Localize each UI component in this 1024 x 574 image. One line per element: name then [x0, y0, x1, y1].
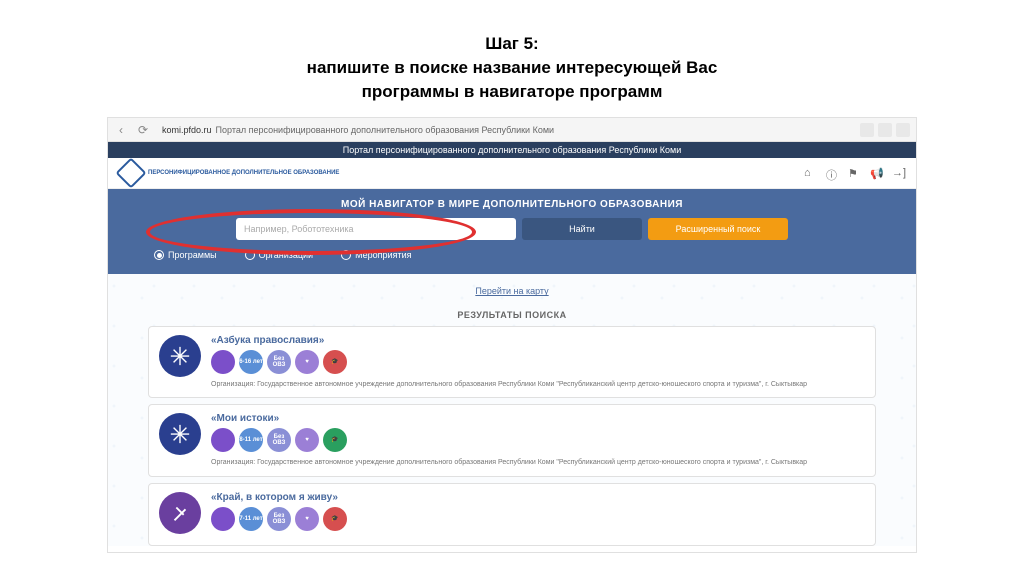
portal-topbar: ПЕРСОНИФИЦИРОВАННОЕ ДОПОЛНИТЕЛЬНОЕ ОБРАЗ…	[108, 158, 916, 189]
badge-ovz: Без ОВЗ	[267, 507, 291, 531]
program-icon	[159, 492, 201, 534]
program-title[interactable]: «Край, в котором я живу»	[211, 492, 865, 503]
badge-icon	[211, 428, 235, 452]
map-link[interactable]: Перейти на карту	[148, 282, 876, 304]
results-title: РЕЗУЛЬТАТЫ ПОИСКА	[148, 304, 876, 326]
badge-heart-icon: ♥	[295, 428, 319, 452]
address-bar[interactable]: komi.pfdo.ru Портал персонифицированного…	[158, 125, 852, 135]
badge-grad-icon: 🎓	[323, 350, 347, 374]
url-host: komi.pfdo.ru	[162, 125, 212, 135]
badge-ovz: Без ОВЗ	[267, 428, 291, 452]
login-icon[interactable]: →]	[892, 167, 904, 179]
card-body: «Край, в котором я живу» 7-11 лет Без ОВ…	[211, 492, 865, 537]
radio-programs[interactable]: Программы	[154, 250, 217, 260]
speaker-icon[interactable]: 📢	[870, 167, 882, 179]
portal-logo[interactable]: ПЕРСОНИФИЦИРОВАННОЕ ДОПОЛНИТЕЛЬНОЕ ОБРАЗ…	[120, 162, 339, 184]
slide-title-line2: напишите в поиске название интересующей …	[40, 56, 984, 80]
topbar-icons: ⌂ ⓘ ⚑ 📢 →]	[804, 167, 904, 179]
browser-ext-icon[interactable]	[860, 123, 874, 137]
radio-organizations[interactable]: Организации	[245, 250, 313, 260]
browser-actions	[860, 123, 910, 137]
home-icon[interactable]: ⌂	[804, 167, 816, 179]
result-card[interactable]: «Край, в котором я живу» 7-11 лет Без ОВ…	[148, 483, 876, 546]
logo-icon	[115, 158, 146, 189]
browser-ext-icon[interactable]	[878, 123, 892, 137]
slide-title: Шаг 5: напишите в поиске название интере…	[0, 0, 1024, 117]
search-row: Найти Расширенный поиск	[108, 218, 916, 240]
browser-toolbar: ‹ ⟳ komi.pfdo.ru Портал персонифицирован…	[108, 118, 916, 142]
radio-label: Организации	[259, 250, 313, 260]
badge-grad-icon: 🎓	[323, 428, 347, 452]
badge-icon	[211, 350, 235, 374]
badge-age: 8-11 лет	[239, 428, 263, 452]
slide-title-line1: Шаг 5:	[40, 32, 984, 56]
portal-strip: Портал персонифицированного дополнительн…	[108, 142, 916, 158]
radio-dot-icon	[245, 250, 255, 260]
radio-dot-icon	[341, 250, 351, 260]
search-input[interactable]	[236, 218, 516, 240]
radio-label: Программы	[168, 250, 217, 260]
result-card[interactable]: «Мои истоки» 8-11 лет Без ОВЗ ♥ 🎓 Органи…	[148, 404, 876, 476]
badges-row: 7-11 лет Без ОВЗ ♥ 🎓	[211, 507, 865, 531]
program-icon	[159, 335, 201, 377]
find-button[interactable]: Найти	[522, 218, 642, 240]
content-area: Перейти на карту РЕЗУЛЬТАТЫ ПОИСКА «Азбу…	[108, 274, 916, 545]
program-title[interactable]: «Азбука православия»	[211, 335, 865, 346]
program-title[interactable]: «Мои истоки»	[211, 413, 865, 424]
badge-icon	[211, 507, 235, 531]
filter-radios: Программы Организации Мероприятия	[108, 240, 916, 260]
program-icon	[159, 413, 201, 455]
snowflake-icon	[169, 345, 191, 367]
url-title: Портал персонифицированного дополнительн…	[216, 125, 555, 135]
badges-row: 8-11 лет Без ОВЗ ♥ 🎓	[211, 428, 865, 452]
program-org: Организация: Государственное автономное …	[211, 458, 865, 467]
logo-text: ПЕРСОНИФИЦИРОВАННОЕ ДОПОЛНИТЕЛЬНОЕ ОБРАЗ…	[148, 170, 339, 177]
hero-title: МОЙ НАВИГАТОР В МИРЕ ДОПОЛНИТЕЛЬНОГО ОБР…	[108, 199, 916, 210]
badge-ovz: Без ОВЗ	[267, 350, 291, 374]
result-card[interactable]: «Азбука православия» 6-16 лет Без ОВЗ ♥ …	[148, 326, 876, 398]
badge-age: 6-16 лет	[239, 350, 263, 374]
radio-dot-icon	[154, 250, 164, 260]
ski-icon	[169, 502, 191, 524]
radio-label: Мероприятия	[355, 250, 411, 260]
badge-heart-icon: ♥	[295, 507, 319, 531]
card-body: «Азбука православия» 6-16 лет Без ОВЗ ♥ …	[211, 335, 865, 389]
back-button[interactable]: ‹	[114, 123, 128, 137]
snowflake-icon	[169, 423, 191, 445]
badge-age: 7-11 лет	[239, 507, 263, 531]
badge-grad-icon: 🎓	[323, 507, 347, 531]
program-org: Организация: Государственное автономное …	[211, 380, 865, 389]
radio-events[interactable]: Мероприятия	[341, 250, 411, 260]
slide-title-line3: программы в навигаторе программ	[40, 80, 984, 104]
badges-row: 6-16 лет Без ОВЗ ♥ 🎓	[211, 350, 865, 374]
flag-icon[interactable]: ⚑	[848, 167, 860, 179]
browser-icon: ⟳	[136, 123, 150, 137]
browser-ext-icon[interactable]	[896, 123, 910, 137]
hero-section: МОЙ НАВИГАТОР В МИРЕ ДОПОЛНИТЕЛЬНОГО ОБР…	[108, 189, 916, 274]
card-body: «Мои истоки» 8-11 лет Без ОВЗ ♥ 🎓 Органи…	[211, 413, 865, 467]
info-icon[interactable]: ⓘ	[826, 167, 838, 179]
browser-window: ‹ ⟳ komi.pfdo.ru Портал персонифицирован…	[107, 117, 917, 552]
advanced-search-button[interactable]: Расширенный поиск	[648, 218, 788, 240]
badge-heart-icon: ♥	[295, 350, 319, 374]
